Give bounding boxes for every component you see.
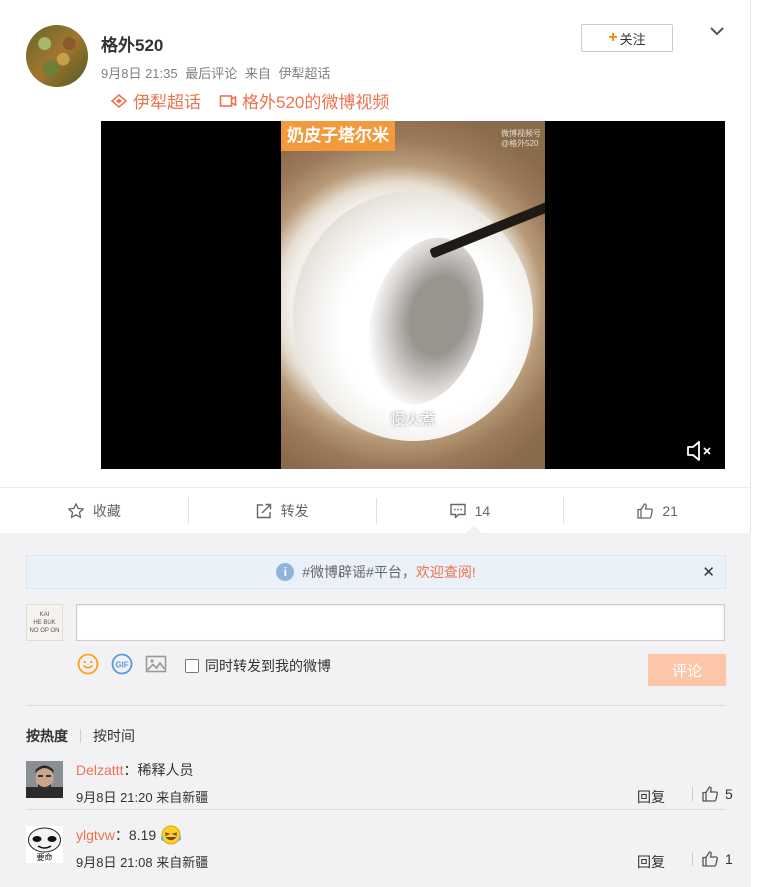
comment-like-count: 5 bbox=[725, 786, 733, 802]
comment-tools: GIF bbox=[77, 653, 167, 675]
comment-location: 来自新疆 bbox=[156, 855, 209, 870]
video-icon bbox=[219, 94, 237, 107]
forward-checkbox[interactable]: 同时转发到我的微博 bbox=[185, 656, 331, 676]
comment-body: 稀释人员 bbox=[137, 762, 194, 778]
forward-label: 同时转发到我的微博 bbox=[205, 658, 331, 674]
comment-like-count: 1 bbox=[725, 851, 733, 867]
comment-time: 9月8日 21:20 bbox=[76, 790, 153, 805]
rumor-notice: i #微博辟谣#平台， 欢迎查阅! ✕ bbox=[26, 555, 726, 589]
watermark-sub: @格外520 bbox=[501, 139, 539, 148]
my-avatar[interactable]: KAI HE BUK NO OP ON bbox=[26, 604, 63, 641]
sort-by-hot[interactable]: 按热度 bbox=[26, 726, 68, 746]
post-time[interactable]: 9月8日 21:35 bbox=[101, 66, 178, 81]
comment-section: i #微博辟谣#平台， 欢迎查阅! ✕ KAI HE BUK NO OP ON bbox=[0, 533, 751, 887]
video-player[interactable]: 奶皮子塔尔米 微博视频号 @格外520 慢火煮 bbox=[101, 121, 725, 469]
post-tags: 伊犁超话 格外520的微博视频 bbox=[110, 88, 389, 113]
supertopic-icon bbox=[110, 93, 128, 108]
thumbs-up-icon bbox=[637, 502, 654, 519]
notice-text: #微博辟谣#平台， bbox=[302, 564, 416, 580]
sort-by-time[interactable]: 按时间 bbox=[93, 726, 135, 746]
thumbs-up-icon bbox=[702, 851, 718, 867]
my-avatar-line-2: HE BUK bbox=[33, 619, 56, 626]
image-icon[interactable] bbox=[145, 653, 167, 675]
like-separator bbox=[692, 852, 693, 866]
like-count: 21 bbox=[662, 502, 678, 519]
favorite-label: 收藏 bbox=[92, 502, 121, 519]
last-comment-label: 最后评论 bbox=[185, 66, 238, 81]
author-avatar[interactable] bbox=[26, 25, 88, 87]
plus-icon: + bbox=[608, 29, 618, 46]
comment-meta: 9月8日 21:08 来自新疆 bbox=[76, 852, 208, 871]
reply-button[interactable]: 回复 bbox=[637, 852, 665, 872]
sort-separator bbox=[80, 729, 81, 743]
gif-icon[interactable]: GIF bbox=[111, 653, 133, 675]
thumbs-up-icon bbox=[702, 786, 718, 802]
avatar-caption: 要命 bbox=[37, 852, 53, 862]
commenter-name[interactable]: ylgtvw bbox=[76, 827, 115, 843]
comment-sort: 按热度 按时间 bbox=[26, 726, 135, 746]
comment-body: 8.19 bbox=[128, 827, 157, 843]
sort-divider bbox=[26, 705, 726, 706]
tag-video[interactable]: 格外520的微博视频 bbox=[219, 88, 389, 113]
notice-link[interactable]: 欢迎查阅! bbox=[416, 562, 476, 582]
close-icon[interactable]: ✕ bbox=[702, 563, 715, 581]
author-name[interactable]: 格外520 bbox=[101, 31, 163, 56]
tag-supertopic[interactable]: 伊犁超话 bbox=[110, 88, 201, 113]
comment-text: ylgtvw：8.19 bbox=[76, 825, 182, 845]
repost-label: 转发 bbox=[280, 502, 309, 519]
repost-button[interactable]: 转发 bbox=[187, 488, 376, 533]
post-source[interactable]: 伊犁超话 bbox=[279, 66, 331, 81]
laughing-emoji-icon bbox=[161, 825, 181, 845]
colon: ： bbox=[114, 827, 129, 843]
commenter-avatar[interactable] bbox=[26, 761, 63, 798]
weibo-post-card: 格外520 9月8日 21:35 最后评论 来自 伊犁超话 + 关注 伊犁超话 … bbox=[0, 0, 751, 887]
comment-input[interactable] bbox=[76, 604, 725, 641]
video-frame: 奶皮子塔尔米 微博视频号 @格外520 慢火煮 bbox=[281, 121, 545, 469]
comment-meta: 9月8日 21:20 来自新疆 bbox=[76, 787, 208, 806]
star-icon bbox=[67, 502, 84, 518]
comment-text: Delzattt：稀释人员 bbox=[76, 760, 193, 780]
follow-button[interactable]: + 关注 bbox=[581, 24, 673, 52]
my-avatar-line-3: NO OP ON bbox=[29, 627, 60, 634]
svg-text:GIF: GIF bbox=[115, 661, 128, 670]
colon: ： bbox=[123, 762, 138, 778]
commenter-name[interactable]: Delzattt bbox=[76, 762, 123, 778]
like-button[interactable]: 21 bbox=[563, 488, 751, 533]
comment-time: 9月8日 21:08 bbox=[76, 855, 153, 870]
share-icon bbox=[256, 503, 271, 518]
comment-location: 来自新疆 bbox=[156, 790, 209, 805]
comment-like-button[interactable]: 5 bbox=[692, 785, 733, 803]
chevron-down-icon[interactable] bbox=[708, 22, 726, 40]
submit-comment-button[interactable]: 评论 bbox=[648, 654, 726, 686]
source-prefix: 来自 bbox=[244, 66, 271, 81]
comment-count: 14 bbox=[474, 502, 491, 519]
mute-icon[interactable] bbox=[685, 439, 715, 463]
info-icon: i bbox=[276, 563, 295, 581]
tag-supertopic-label: 伊犁超话 bbox=[133, 93, 201, 112]
video-watermark: 微博视频号 @格外520 bbox=[501, 129, 541, 149]
watermark-text: 微博视频号 bbox=[501, 129, 541, 138]
commenter-avatar[interactable]: 要命 bbox=[26, 826, 63, 863]
follow-label: 关注 bbox=[619, 31, 646, 47]
checkbox-box[interactable] bbox=[185, 659, 199, 673]
video-title-overlay: 奶皮子塔尔米 bbox=[281, 121, 395, 151]
comment-caret bbox=[466, 525, 482, 533]
comment-divider bbox=[26, 809, 726, 810]
reply-button[interactable]: 回复 bbox=[637, 787, 665, 807]
action-bar: 收藏 转发 14 21 bbox=[0, 487, 751, 533]
video-subtitle: 慢火煮 bbox=[390, 411, 436, 428]
emoji-icon[interactable] bbox=[77, 653, 99, 675]
post-meta: 9月8日 21:35 最后评论 来自 伊犁超话 bbox=[101, 63, 335, 82]
tag-video-label: 格外520的微博视频 bbox=[242, 93, 390, 112]
favorite-button[interactable]: 收藏 bbox=[0, 488, 188, 533]
comment-like-button[interactable]: 1 bbox=[692, 850, 733, 868]
like-separator bbox=[692, 787, 693, 801]
comment-icon bbox=[449, 503, 466, 518]
my-avatar-line-1: KAI bbox=[39, 611, 50, 618]
